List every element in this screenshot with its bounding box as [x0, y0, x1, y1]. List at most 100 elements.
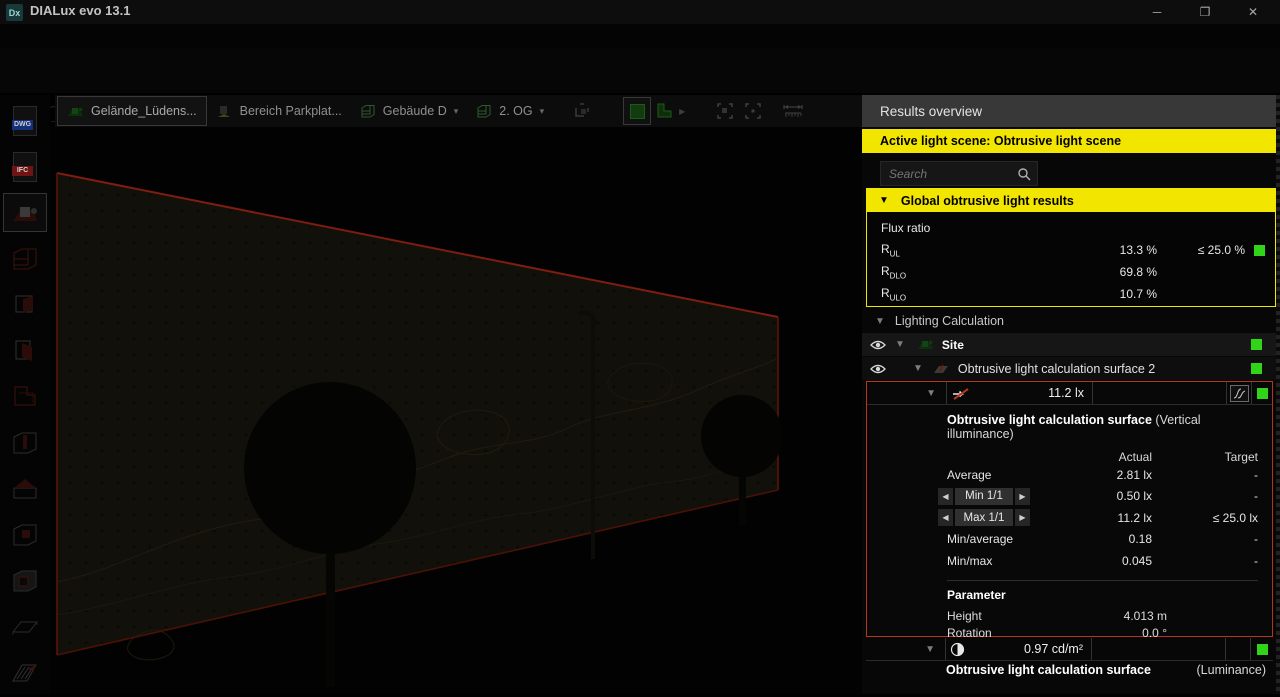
column-tool-icon: [10, 429, 40, 457]
max-prev-button[interactable]: ◀: [938, 509, 953, 526]
result-value: 11.2 lx: [971, 386, 1084, 400]
zoom-to-selection-button[interactable]: [711, 97, 739, 125]
min-next-button[interactable]: ▶: [1015, 488, 1030, 505]
view-tab-bar: Gelände_Lüdens... Bereich Parkplat... Ge…: [55, 95, 862, 127]
chevron-down-icon: ▾: [454, 106, 459, 117]
parameter-title: Parameter: [947, 588, 1258, 608]
dwg-import-tool[interactable]: DWG: [3, 101, 47, 140]
window-tool[interactable]: [3, 561, 47, 600]
calc-surface-tool[interactable]: [3, 653, 47, 692]
flux-row-rul: RUL 13.3 % ≤ 25.0 %: [867, 239, 1275, 261]
tree-crown: [244, 382, 416, 554]
search-input[interactable]: [881, 167, 1017, 181]
false-color-button[interactable]: [651, 97, 679, 125]
site-icon: [67, 105, 84, 118]
maximize-button[interactable]: ❐: [1182, 0, 1228, 24]
3d-viewport[interactable]: [50, 127, 862, 694]
site-tool[interactable]: [3, 193, 47, 232]
storey-tool[interactable]: [3, 239, 47, 278]
app-logo-icon: Dx: [6, 4, 23, 21]
max-next-button[interactable]: ▶: [1015, 509, 1030, 526]
ruler-icon: [782, 102, 804, 120]
panel-scrollbar[interactable]: [1276, 95, 1280, 694]
section-plane-button[interactable]: [569, 97, 597, 125]
door-tool-icon: [11, 337, 39, 365]
tree-surface2-row[interactable]: ▼ Obtrusive light calculation surface 2: [862, 357, 1276, 380]
search-icon[interactable]: [1017, 167, 1031, 181]
main-toolbar: ← → Project Construction Light Calculati…: [0, 48, 1280, 93]
tab-area[interactable]: Bereich Parkplat...: [207, 96, 351, 126]
tree-site-row[interactable]: ▼ Site: [862, 333, 1276, 356]
measure-button[interactable]: [779, 97, 807, 125]
global-results-section: ▼ Global obtrusive light results Flux ra…: [866, 188, 1276, 307]
roof-tool-icon: [10, 476, 40, 502]
door-tool[interactable]: [3, 331, 47, 370]
selected-result-block: ▼ 11.2 lx Obtrusive light calculation su…: [866, 381, 1273, 637]
minimize-button[interactable]: ─: [1134, 0, 1180, 24]
display-flyout-icon[interactable]: ▶: [679, 107, 685, 116]
global-results-header[interactable]: ▼ Global obtrusive light results: [867, 189, 1275, 212]
pass-indicator: [1257, 388, 1268, 399]
min-page-label[interactable]: Min 1/1: [955, 488, 1013, 505]
collapse-triangle-icon[interactable]: ▼: [926, 388, 936, 399]
flux-target: ≤ 25.0 %: [1157, 243, 1245, 257]
site-icon: [917, 338, 934, 351]
flux-row-rulo: RULO 10.7 %: [867, 283, 1275, 305]
isolines-button[interactable]: [1230, 385, 1249, 402]
collapse-triangle-icon[interactable]: ▼: [925, 644, 935, 655]
detail-row-min-max: Min/max 0.045 -: [947, 550, 1258, 572]
calc-surface-icon: [932, 363, 950, 375]
result-value: 0.97 cd/m²: [965, 642, 1083, 656]
tree-lighting-calculation[interactable]: ▼ Lighting Calculation: [862, 310, 1276, 332]
close-button[interactable]: ✕: [1230, 0, 1276, 24]
zoom-to-fit-button[interactable]: [739, 97, 767, 125]
flux-value: 13.3 %: [1077, 243, 1157, 257]
storey-tool-icon: [10, 245, 40, 273]
collapse-triangle-icon[interactable]: ▼: [879, 195, 889, 206]
detail-row-average: Average 2.81 lx -: [947, 464, 1258, 486]
max-page-label[interactable]: Max 1/1: [955, 509, 1013, 526]
storeys-icon: [360, 104, 376, 118]
ceiling-tool[interactable]: [3, 607, 47, 646]
flux-row-rdlo: RDLO 69.8 %: [867, 261, 1275, 283]
tab-site[interactable]: Gelände_Lüdens...: [57, 96, 207, 126]
l-shape-icon: [655, 102, 675, 120]
tab-storey[interactable]: 2. OG ▾: [467, 96, 553, 126]
tab-building[interactable]: Gebäude D ▾: [351, 96, 467, 126]
ifc-import-tool[interactable]: IFC: [3, 147, 47, 186]
search-box: [880, 161, 1038, 186]
pass-indicator: [1251, 339, 1262, 350]
pass-indicator: [1254, 245, 1265, 256]
ifc-file-icon: IFC: [13, 152, 37, 182]
opening-tool-icon: [10, 521, 40, 549]
pass-indicator: [1251, 363, 1262, 374]
luminance-contrast-icon: [950, 642, 965, 657]
zoom-fit-icon: [744, 102, 762, 120]
detail-title: Obtrusive light calculation surface (Ver…: [947, 413, 1258, 441]
eye-visibility-icon[interactable]: [870, 363, 886, 375]
column-tool[interactable]: [3, 423, 47, 462]
display-mode-button[interactable]: [623, 97, 651, 125]
pass-indicator: [1257, 644, 1268, 655]
tree-trunk: [326, 537, 335, 687]
l-room-tool[interactable]: [3, 377, 47, 416]
dwg-file-icon: DWG: [13, 106, 37, 136]
collapse-triangle-icon[interactable]: ▼: [913, 363, 923, 374]
menu-bar: File Edit Goto View ? Dx Luminaire Finde…: [0, 24, 1280, 48]
flux-value: 69.8 %: [1077, 265, 1157, 279]
eye-visibility-icon[interactable]: [870, 339, 886, 351]
room-tool[interactable]: [3, 285, 47, 324]
illuminance-result-row[interactable]: ▼ 11.2 lx: [867, 382, 1272, 405]
roof-tool[interactable]: [3, 469, 47, 508]
opening-tool[interactable]: [3, 515, 47, 554]
site-tool-icon: [10, 201, 40, 225]
luminance-result-row[interactable]: ▼ 0.97 cd/m²: [866, 638, 1273, 661]
min-prev-button[interactable]: ◀: [938, 488, 953, 505]
area-icon: [216, 105, 233, 118]
collapse-triangle-icon[interactable]: ▼: [895, 339, 905, 350]
active-scene-banner: Active light scene: Obtrusive light scen…: [862, 129, 1276, 153]
storey-icon: [476, 104, 492, 118]
luminance-detail-title: Obtrusive light calculation surface (Lum…: [946, 663, 1266, 677]
collapse-triangle-icon[interactable]: ▼: [875, 316, 885, 327]
detail-row-min-average: Min/average 0.18 -: [947, 529, 1258, 551]
